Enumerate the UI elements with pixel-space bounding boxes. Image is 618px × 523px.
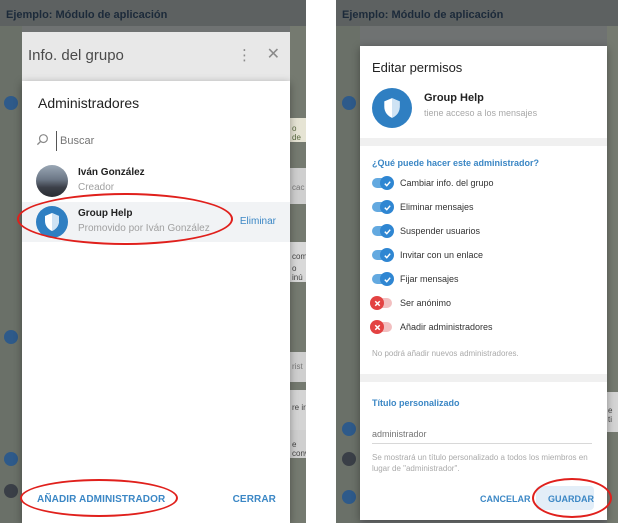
admin-row-group-help[interactable]: Group Help Promovido por Iván González E…	[22, 202, 290, 242]
edit-permissions-dialog: Editar permisos Group Help tiene acceso …	[360, 46, 607, 520]
permission-toggle[interactable]	[370, 296, 392, 310]
bg-text: e conv	[292, 440, 306, 458]
bg-text: o de	[292, 124, 301, 142]
permission-label: Ser anónimo	[400, 298, 452, 308]
check-icon	[380, 224, 394, 238]
cross-icon	[370, 296, 384, 310]
shield-icon	[45, 213, 59, 231]
chat-avatar	[342, 490, 356, 504]
close-button[interactable]: CERRAR	[233, 494, 276, 505]
permission-label: Fijar mensajes	[400, 274, 459, 284]
remove-admin-button[interactable]: Eliminar	[240, 216, 276, 227]
custom-title-help: Se mostrará un título personalizado a to…	[372, 453, 588, 473]
custom-title-heading: Título personalizado	[372, 398, 460, 408]
chat-avatar	[342, 452, 356, 466]
bg-text: rist	[292, 362, 303, 371]
left-window: Ejemplo: Módulo de aplicación o de cac c…	[0, 0, 306, 523]
dialog-title: Administradores	[38, 95, 140, 111]
window-title: Ejemplo: Módulo de aplicación	[342, 9, 504, 21]
chat-avatar	[342, 422, 356, 436]
chat-avatar	[342, 96, 356, 110]
permission-toggle[interactable]	[372, 200, 394, 214]
section-divider	[360, 138, 607, 146]
chat-avatar	[4, 452, 18, 466]
cancel-button[interactable]: CANCELAR	[480, 494, 531, 504]
chat-background	[607, 26, 618, 523]
permission-label: Invitar con un enlace	[400, 250, 484, 260]
window-title: Ejemplo: Módulo de aplicación	[6, 9, 168, 21]
bg-text: o inú	[292, 264, 303, 282]
right-window: Ejemplo: Módulo de aplicación e ti Edita…	[336, 0, 618, 523]
permission-toggle[interactable]	[372, 272, 394, 286]
bot-name: Group Help	[424, 92, 484, 104]
admin-row-creator[interactable]: Iván González Creador	[22, 161, 290, 201]
bg-text: e ti	[608, 406, 613, 424]
permission-row[interactable]: Eliminar mensajes	[372, 200, 597, 216]
permission-row[interactable]: Invitar con un enlace	[372, 248, 597, 264]
admin-role: Promovido por Iván González	[78, 223, 210, 234]
bg-text: cac	[292, 183, 305, 192]
permissions-heading: ¿Qué puede hacer este administrador?	[372, 158, 540, 168]
shield-icon	[384, 98, 400, 118]
administrators-dialog: Administradores Iván González Creador Gr…	[22, 81, 290, 523]
chat-avatar	[4, 96, 18, 110]
check-icon	[380, 200, 394, 214]
group-info-header: Info. del grupo ⋮ ✕	[22, 32, 290, 82]
permission-label: Eliminar mensajes	[400, 202, 474, 212]
permission-label: Suspender usuarios	[400, 226, 481, 236]
permission-toggle[interactable]	[370, 320, 392, 334]
avatar	[36, 165, 68, 197]
check-icon	[380, 248, 394, 262]
cross-icon	[370, 320, 384, 334]
window-title-bar: Ejemplo: Módulo de aplicación	[336, 0, 618, 26]
permission-row[interactable]: Añadir administradores	[370, 320, 597, 336]
permission-toggle[interactable]	[372, 248, 394, 262]
chat-avatar	[4, 330, 18, 344]
chat-avatar	[4, 484, 18, 498]
search-input[interactable]	[56, 131, 256, 151]
permission-toggle[interactable]	[372, 176, 394, 190]
permission-row[interactable]: Cambiar info. del grupo	[372, 176, 597, 192]
check-icon	[380, 176, 394, 190]
permission-toggle[interactable]	[372, 224, 394, 238]
permission-label: Añadir administradores	[400, 322, 493, 332]
admin-name: Group Help	[78, 208, 133, 219]
add-admin-button[interactable]: AÑADIR ADMINISTRADOR	[37, 494, 165, 505]
close-icon[interactable]: ✕	[267, 44, 280, 64]
check-icon	[380, 272, 394, 286]
avatar	[36, 206, 68, 238]
permission-row[interactable]: Ser anónimo	[370, 296, 597, 312]
save-button[interactable]: GUARDAR	[548, 494, 594, 504]
permissions-note: No podrá añadir nuevos administradores.	[372, 349, 519, 358]
group-info-title: Info. del grupo	[28, 47, 124, 64]
bot-status: tiene acceso a los mensajes	[424, 108, 538, 118]
more-options-icon[interactable]: ⋮	[237, 46, 252, 64]
search-icon	[36, 134, 48, 146]
avatar	[372, 88, 412, 128]
window-title-bar: Ejemplo: Módulo de aplicación	[0, 0, 306, 26]
permission-label: Cambiar info. del grupo	[400, 178, 494, 188]
permission-row[interactable]: Suspender usuarios	[372, 224, 597, 240]
dialog-title: Editar permisos	[372, 60, 463, 75]
permission-row[interactable]: Fijar mensajes	[372, 272, 597, 288]
bg-text: com	[292, 252, 306, 261]
section-divider	[360, 374, 607, 382]
admin-name: Iván González	[78, 167, 145, 178]
bg-text: re ir	[292, 403, 306, 412]
custom-title-input[interactable]	[372, 424, 592, 444]
admin-role: Creador	[78, 182, 115, 193]
search-row	[36, 131, 276, 153]
